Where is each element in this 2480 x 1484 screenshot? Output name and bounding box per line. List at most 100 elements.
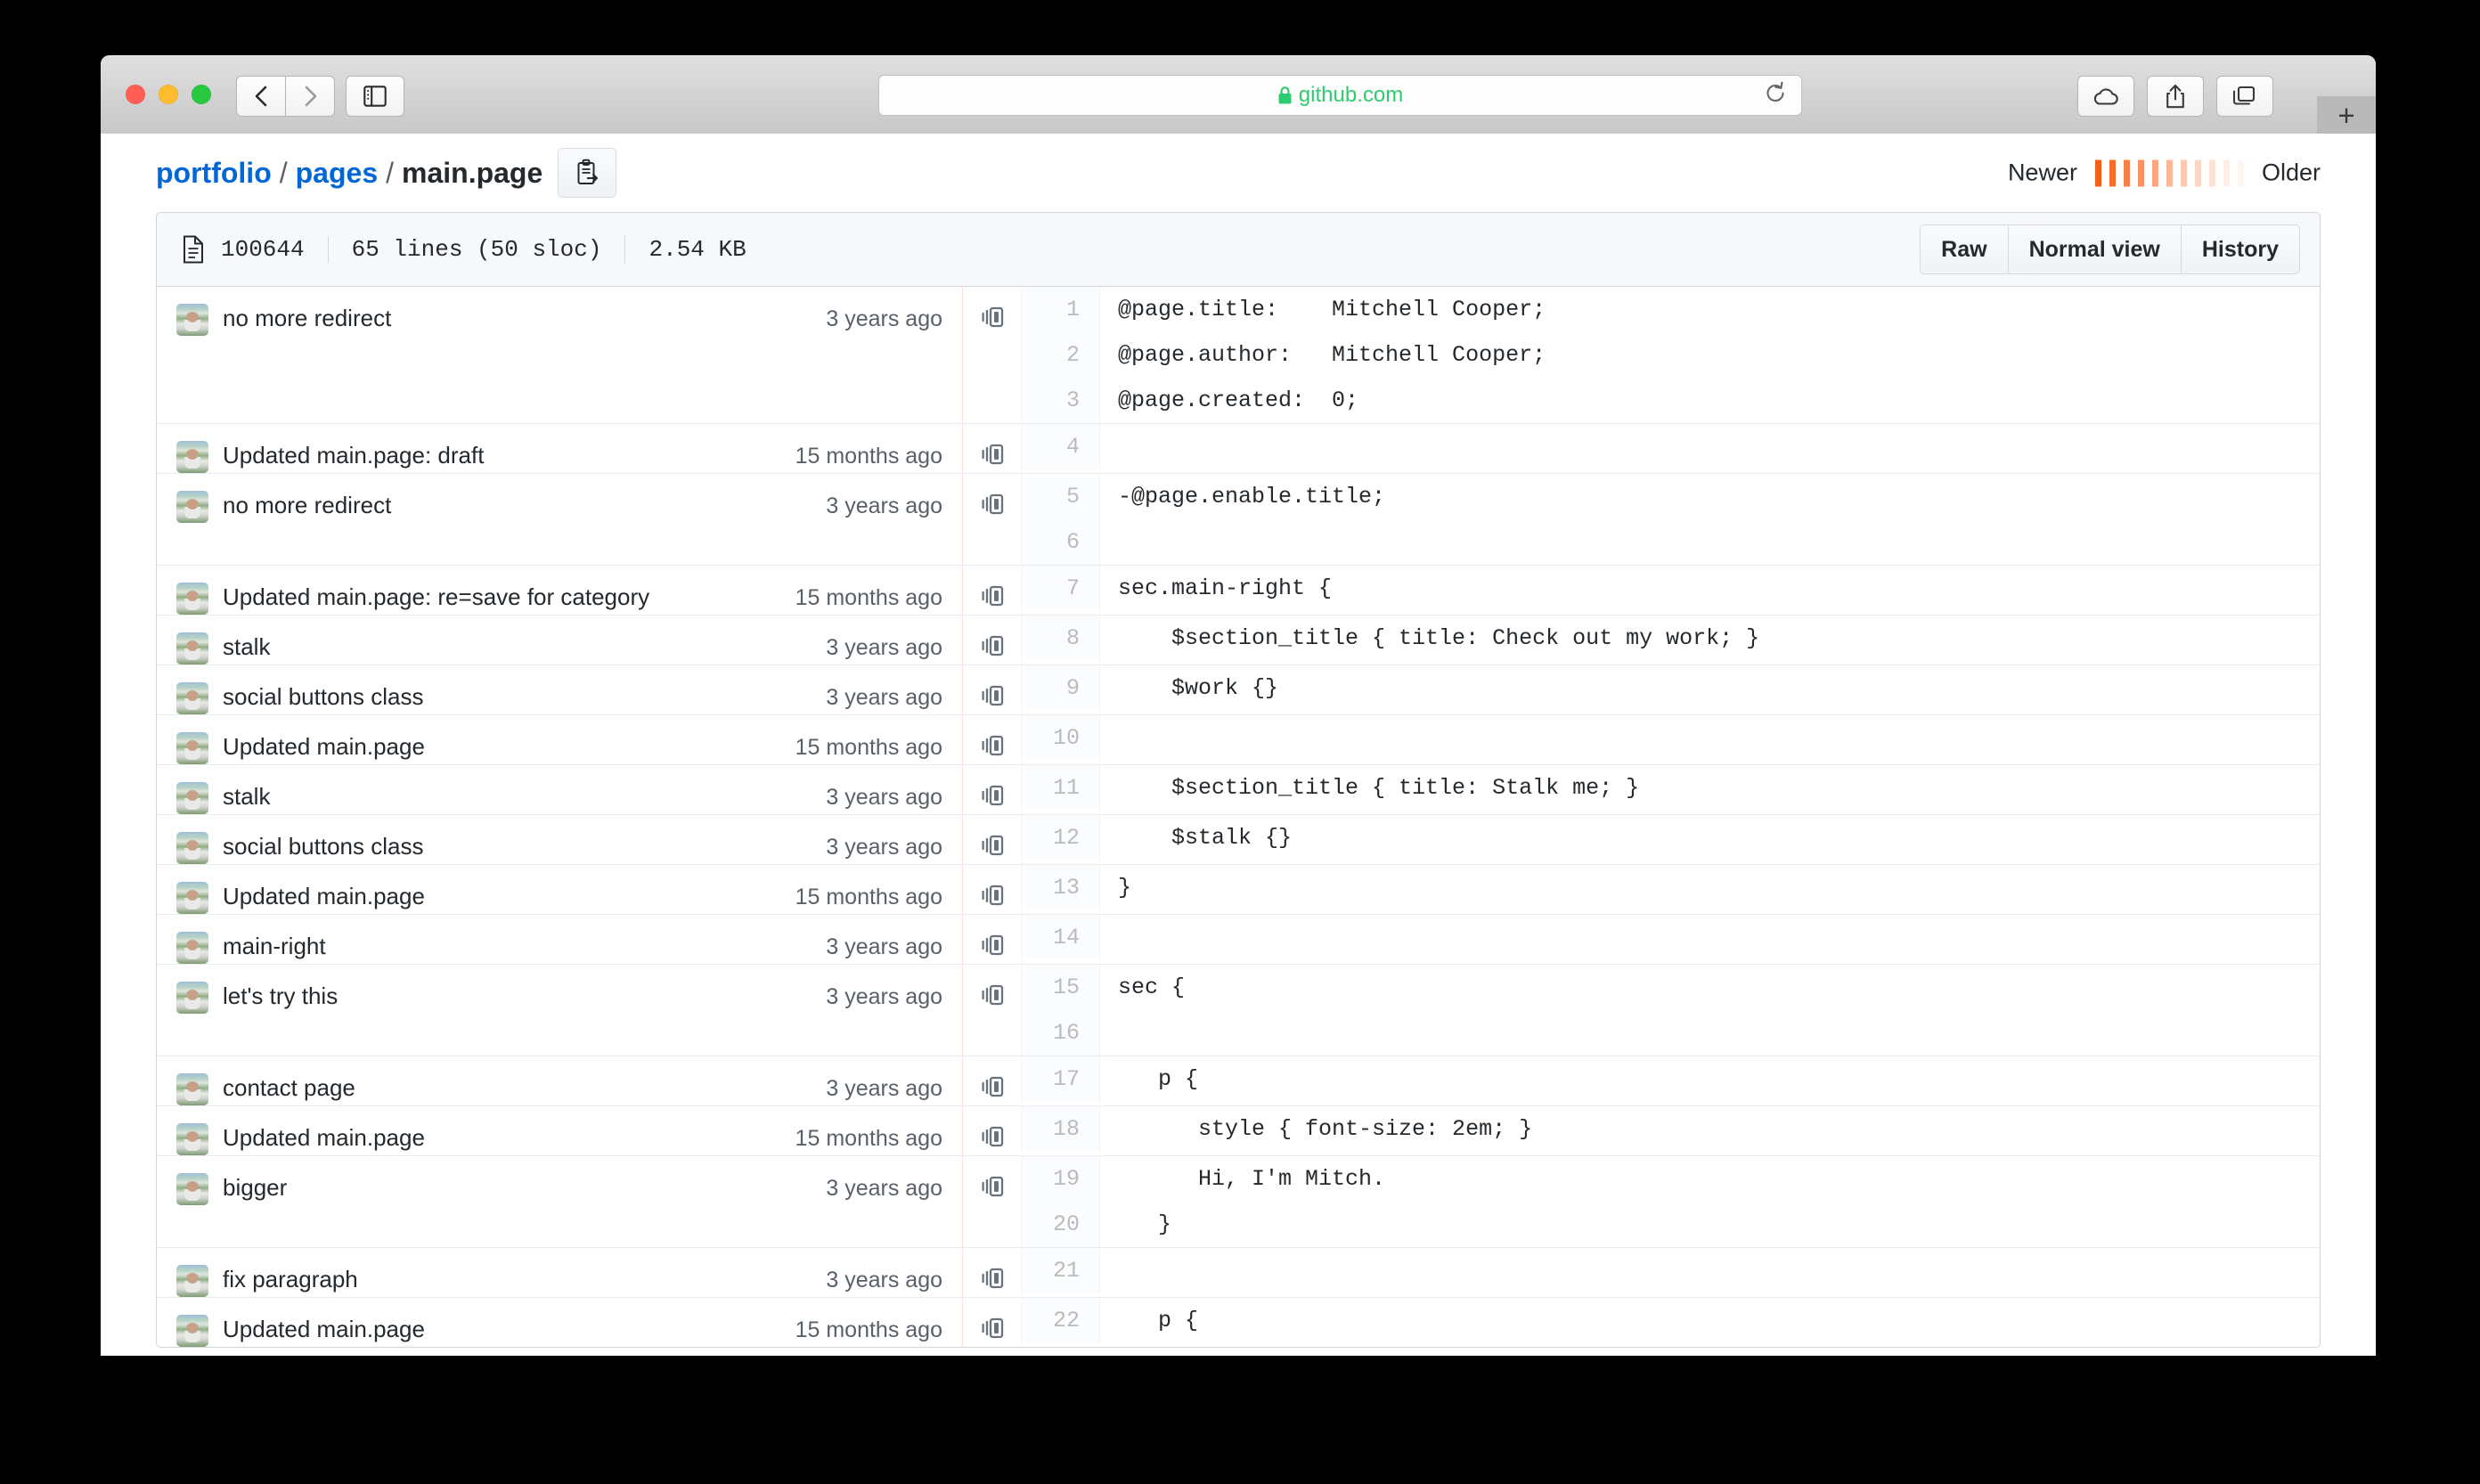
commit-message-link[interactable]: no more redirect xyxy=(223,301,810,332)
zoom-window-button[interactable] xyxy=(192,85,211,104)
commit-time: 15 months ago xyxy=(795,1317,942,1342)
commit-message-link[interactable]: Updated main.page xyxy=(223,730,779,761)
line-number[interactable]: 11 xyxy=(1022,765,1100,811)
reblame-button[interactable] xyxy=(963,1298,1022,1347)
code-line: 14 xyxy=(1022,915,2320,960)
commit-message-link[interactable]: fix paragraph xyxy=(223,1262,810,1293)
copy-path-button[interactable] xyxy=(558,148,617,198)
file-size: 2.54 KB xyxy=(649,236,746,263)
commit-message-link[interactable]: Updated main.page xyxy=(223,1312,779,1343)
commit-message-link[interactable]: social buttons class xyxy=(223,680,810,711)
line-number[interactable]: 7 xyxy=(1022,566,1100,611)
blame-code-lines: 17 p { xyxy=(1022,1056,2320,1105)
line-number[interactable]: 4 xyxy=(1022,424,1100,469)
commit-time: 15 months ago xyxy=(795,585,942,610)
line-number[interactable]: 5 xyxy=(1022,474,1100,519)
url-text: github.com xyxy=(1298,83,1404,107)
reblame-button[interactable] xyxy=(963,715,1022,764)
line-number[interactable]: 1 xyxy=(1022,287,1100,332)
reblame-button[interactable] xyxy=(963,1248,1022,1297)
reblame-button[interactable] xyxy=(963,1156,1022,1247)
code-line: 1 @page.title: Mitchell Cooper; xyxy=(1022,287,2320,332)
line-number[interactable]: 17 xyxy=(1022,1056,1100,1102)
commit-message-link[interactable]: stalk xyxy=(223,779,810,811)
raw-button[interactable]: Raw xyxy=(1920,224,2008,274)
blame-code-lines: 7 sec.main-right { xyxy=(1022,566,2320,615)
reblame-button[interactable] xyxy=(963,566,1022,615)
commit-message-link[interactable]: Updated main.page: re=save for category xyxy=(223,580,779,611)
address-bar[interactable]: github.com xyxy=(878,75,1802,116)
line-number[interactable]: 2 xyxy=(1022,332,1100,378)
reblame-button[interactable] xyxy=(963,865,1022,914)
reload-button[interactable] xyxy=(1764,81,1787,110)
line-number[interactable]: 22 xyxy=(1022,1298,1100,1343)
commit-message-link[interactable]: Updated main.page xyxy=(223,1121,779,1152)
breadcrumb-folder-link[interactable]: pages xyxy=(296,157,378,190)
reblame-button[interactable] xyxy=(963,765,1022,814)
line-number[interactable]: 3 xyxy=(1022,378,1100,423)
close-window-button[interactable] xyxy=(126,85,145,104)
commit-message-link[interactable]: contact page xyxy=(223,1071,810,1102)
blame-row: Updated main.page: draft 15 months ago 4 xyxy=(157,423,2320,473)
show-all-tabs-button[interactable] xyxy=(2216,76,2273,117)
line-number[interactable]: 15 xyxy=(1022,965,1100,1010)
reblame-button[interactable] xyxy=(963,665,1022,714)
line-number[interactable]: 9 xyxy=(1022,665,1100,711)
reblame-button[interactable] xyxy=(963,965,1022,1056)
age-graph-bar xyxy=(2180,159,2187,186)
commit-message-link[interactable]: Updated main.page: draft xyxy=(223,438,779,469)
commit-message-link[interactable]: social buttons class xyxy=(223,829,810,860)
commit-message-link[interactable]: main-right xyxy=(223,929,810,960)
reblame-button[interactable] xyxy=(963,1106,1022,1155)
line-number[interactable]: 19 xyxy=(1022,1156,1100,1202)
page-header: portfolio / pages / main.page Newer Olde… xyxy=(101,134,2376,212)
history-button[interactable]: History xyxy=(2180,224,2300,274)
minimize-window-button[interactable] xyxy=(159,85,178,104)
blame-code-lines: 21 xyxy=(1022,1248,2320,1297)
code-line: 19 Hi, I'm Mitch. xyxy=(1022,1156,2320,1202)
line-number[interactable]: 21 xyxy=(1022,1248,1100,1293)
line-number[interactable]: 13 xyxy=(1022,865,1100,910)
blame-commit-cell: Updated main.page: re=save for category 1… xyxy=(157,566,963,615)
breadcrumb-repo-link[interactable]: portfolio xyxy=(156,157,272,190)
blame-code-lines: 1 @page.title: Mitchell Cooper; 2 @page.aut… xyxy=(1022,287,2320,423)
age-graph-bar xyxy=(2094,159,2101,186)
reblame-button[interactable] xyxy=(963,424,1022,473)
new-tab-button[interactable]: + xyxy=(2317,96,2376,134)
reblame-button[interactable] xyxy=(963,474,1022,565)
icloud-tabs-button[interactable] xyxy=(2077,76,2134,117)
normal-view-button[interactable]: Normal view xyxy=(2007,224,2181,274)
commit-message-link[interactable]: stalk xyxy=(223,630,810,661)
reblame-icon xyxy=(981,493,1003,515)
back-button[interactable] xyxy=(236,76,286,117)
commit-message-link[interactable]: no more redirect xyxy=(223,488,810,519)
line-number[interactable]: 20 xyxy=(1022,1202,1100,1247)
line-number[interactable]: 10 xyxy=(1022,715,1100,761)
reblame-button[interactable] xyxy=(963,616,1022,665)
commit-time: 3 years ago xyxy=(826,984,942,1009)
blame-row: Updated main.page 15 months ago 22 p { xyxy=(157,1297,2320,1347)
line-number[interactable]: 6 xyxy=(1022,519,1100,565)
avatar xyxy=(176,491,208,523)
blame-table: no more redirect 3 years ago 1 @page.title… xyxy=(156,287,2321,1348)
avatar xyxy=(176,1073,208,1105)
reblame-button[interactable] xyxy=(963,287,1022,423)
avatar xyxy=(176,782,208,814)
line-number[interactable]: 14 xyxy=(1022,915,1100,960)
sidebar-toggle-button[interactable] xyxy=(346,76,404,117)
toolbar-right-buttons xyxy=(2077,76,2273,117)
line-number[interactable]: 18 xyxy=(1022,1106,1100,1152)
line-number[interactable]: 8 xyxy=(1022,616,1100,661)
reblame-button[interactable] xyxy=(963,915,1022,964)
blame-row: contact page 3 years ago 17 p { xyxy=(157,1056,2320,1105)
forward-button[interactable] xyxy=(286,76,335,117)
commit-time: 3 years ago xyxy=(826,785,942,810)
line-number[interactable]: 16 xyxy=(1022,1010,1100,1056)
commit-message-link[interactable]: Updated main.page xyxy=(223,879,779,910)
share-button[interactable] xyxy=(2147,76,2204,117)
commit-message-link[interactable]: let's try this xyxy=(223,979,810,1010)
reblame-button[interactable] xyxy=(963,1056,1022,1105)
commit-message-link[interactable]: bigger xyxy=(223,1170,810,1202)
reblame-button[interactable] xyxy=(963,815,1022,864)
line-number[interactable]: 12 xyxy=(1022,815,1100,860)
